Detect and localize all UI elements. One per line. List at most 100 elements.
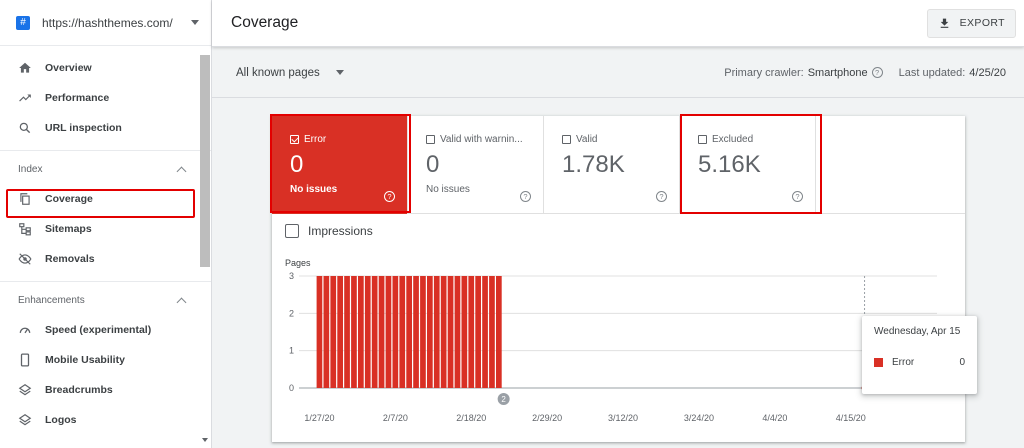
sidebar-item-label: Logos bbox=[45, 414, 77, 426]
filter-select-value: All known pages bbox=[236, 66, 320, 79]
scroll-down-arrow[interactable] bbox=[202, 438, 208, 442]
section-title: Index bbox=[18, 163, 43, 175]
chart-bar bbox=[385, 276, 392, 388]
sidebar-item-label: Performance bbox=[45, 92, 110, 104]
speed-icon bbox=[18, 323, 32, 337]
x-tick-label: 2/7/20 bbox=[383, 413, 408, 423]
pages-filter-select[interactable]: All known pages bbox=[236, 67, 344, 79]
filter-bar: All known pages Primary crawler: Smartph… bbox=[212, 48, 1024, 98]
chart-bar bbox=[406, 276, 412, 388]
section-index-header[interactable]: Index bbox=[0, 154, 211, 184]
chart-bar bbox=[316, 276, 323, 388]
sidebar-item-label: Removals bbox=[45, 253, 95, 265]
divider bbox=[0, 150, 211, 151]
checkbox[interactable] bbox=[426, 135, 435, 144]
chart-bar bbox=[378, 276, 385, 388]
chart-bar bbox=[482, 276, 488, 388]
layers-icon bbox=[18, 413, 32, 427]
chart-bar bbox=[351, 276, 357, 388]
primary-crawler: Primary crawler: Smartphone ? bbox=[724, 66, 883, 79]
x-tick-label: 4/15/20 bbox=[836, 413, 866, 423]
caret-down-icon bbox=[335, 70, 344, 75]
page-header: Coverage EXPORT bbox=[212, 0, 1024, 47]
help-icon[interactable]: ? bbox=[656, 191, 667, 202]
crawler-value: Smartphone bbox=[807, 66, 868, 79]
checkbox[interactable] bbox=[285, 224, 299, 238]
chart-bar bbox=[371, 276, 378, 388]
property-url: https://hashthemes.com/ bbox=[42, 15, 173, 30]
annotation-marker-label: 2 bbox=[501, 395, 506, 404]
property-selector[interactable]: # https://hashthemes.com/ bbox=[0, 0, 211, 46]
chart-bar bbox=[344, 276, 350, 388]
tooltip-value: 0 bbox=[959, 357, 965, 368]
sidebar-item-speed[interactable]: Speed (experimental) bbox=[0, 315, 211, 345]
sidebar-item-removals[interactable]: Removals bbox=[0, 244, 211, 274]
tile-label: Valid bbox=[576, 134, 598, 145]
chart-bar bbox=[427, 276, 433, 388]
sidebar-item-overview[interactable]: Overview bbox=[0, 53, 211, 83]
property-icon: # bbox=[16, 15, 30, 30]
chevron-up-icon bbox=[176, 297, 187, 307]
section-title: Enhancements bbox=[18, 294, 85, 306]
chart-bar bbox=[323, 276, 330, 388]
chart-bar bbox=[468, 276, 475, 388]
checkbox[interactable] bbox=[562, 135, 571, 144]
sidebar-item-url-inspection[interactable]: URL inspection bbox=[0, 113, 211, 143]
mobile-icon bbox=[18, 353, 32, 367]
chart-bar bbox=[358, 276, 364, 388]
sidebar-item-sitemaps[interactable]: Sitemaps bbox=[0, 214, 211, 244]
page-title: Coverage bbox=[231, 14, 299, 31]
chart-bar bbox=[420, 276, 426, 388]
sidebar-item-breadcrumbs[interactable]: Breadcrumbs bbox=[0, 375, 211, 405]
sidebar-item-label: URL inspection bbox=[45, 122, 122, 134]
search-icon bbox=[18, 121, 32, 135]
sidebar-item-label: Speed (experimental) bbox=[45, 324, 152, 336]
legend-swatch bbox=[874, 358, 883, 367]
chart-bar bbox=[399, 276, 406, 388]
sidebar-item-mobile-usability[interactable]: Mobile Usability bbox=[0, 345, 211, 375]
chart-bar bbox=[454, 276, 461, 388]
highlight-box-error bbox=[270, 114, 411, 213]
sidebar-scrollbar[interactable] bbox=[200, 55, 210, 267]
tooltip-series: Error bbox=[892, 357, 915, 368]
layers-icon bbox=[18, 383, 32, 397]
caret-down-icon bbox=[191, 20, 199, 25]
sitemap-icon bbox=[18, 222, 32, 236]
chart-bar bbox=[364, 276, 371, 388]
section-enhancements-header[interactable]: Enhancements bbox=[0, 285, 211, 315]
sidebar-item-logos[interactable]: Logos bbox=[0, 405, 211, 435]
divider bbox=[0, 281, 211, 282]
chevron-up-icon bbox=[176, 166, 187, 176]
crawler-label: Primary crawler: bbox=[724, 66, 804, 79]
chart-bar bbox=[330, 276, 337, 388]
sidebar-item-label: Mobile Usability bbox=[45, 354, 125, 366]
x-tick-label: 2/18/20 bbox=[456, 413, 486, 423]
removals-icon bbox=[18, 252, 32, 266]
export-button[interactable]: EXPORT bbox=[926, 8, 1016, 38]
impressions-label: Impressions bbox=[308, 224, 373, 238]
tile-valid-with-warnings[interactable]: Valid with warnin... 0 No issues ? bbox=[408, 116, 544, 214]
chart-bar bbox=[433, 276, 440, 388]
chart-bar bbox=[392, 276, 399, 388]
sidebar-item-performance[interactable]: Performance bbox=[0, 83, 211, 113]
tooltip-date: Wednesday, Apr 15 bbox=[874, 326, 961, 337]
help-icon[interactable]: ? bbox=[520, 191, 531, 202]
coverage-card: Error 0 No issues ? Valid with warnin...… bbox=[270, 114, 977, 442]
impressions-toggle[interactable]: Impressions bbox=[285, 224, 373, 238]
x-tick-label: 3/12/20 bbox=[608, 413, 638, 423]
tile-valid[interactable]: Valid 1.78K ? bbox=[544, 116, 680, 214]
tooltip-row: Error 0 bbox=[874, 357, 965, 368]
y-axis-label: Pages bbox=[285, 258, 311, 268]
tile-label: Valid with warnin... bbox=[440, 134, 523, 145]
sidebar: # https://hashthemes.com/ Overview Perfo… bbox=[0, 0, 212, 448]
sidebar-item-label: Breadcrumbs bbox=[45, 384, 113, 396]
trending-up-icon bbox=[18, 91, 32, 105]
updated-label: Last updated: bbox=[898, 66, 966, 79]
chart-bar bbox=[447, 276, 454, 388]
chart-bar bbox=[461, 276, 468, 388]
home-icon bbox=[18, 61, 32, 75]
chart-bar bbox=[440, 276, 447, 388]
export-label: EXPORT bbox=[959, 17, 1005, 29]
help-icon[interactable]: ? bbox=[871, 67, 883, 78]
sidebar-nav: Overview Performance URL inspection Inde… bbox=[0, 46, 211, 435]
